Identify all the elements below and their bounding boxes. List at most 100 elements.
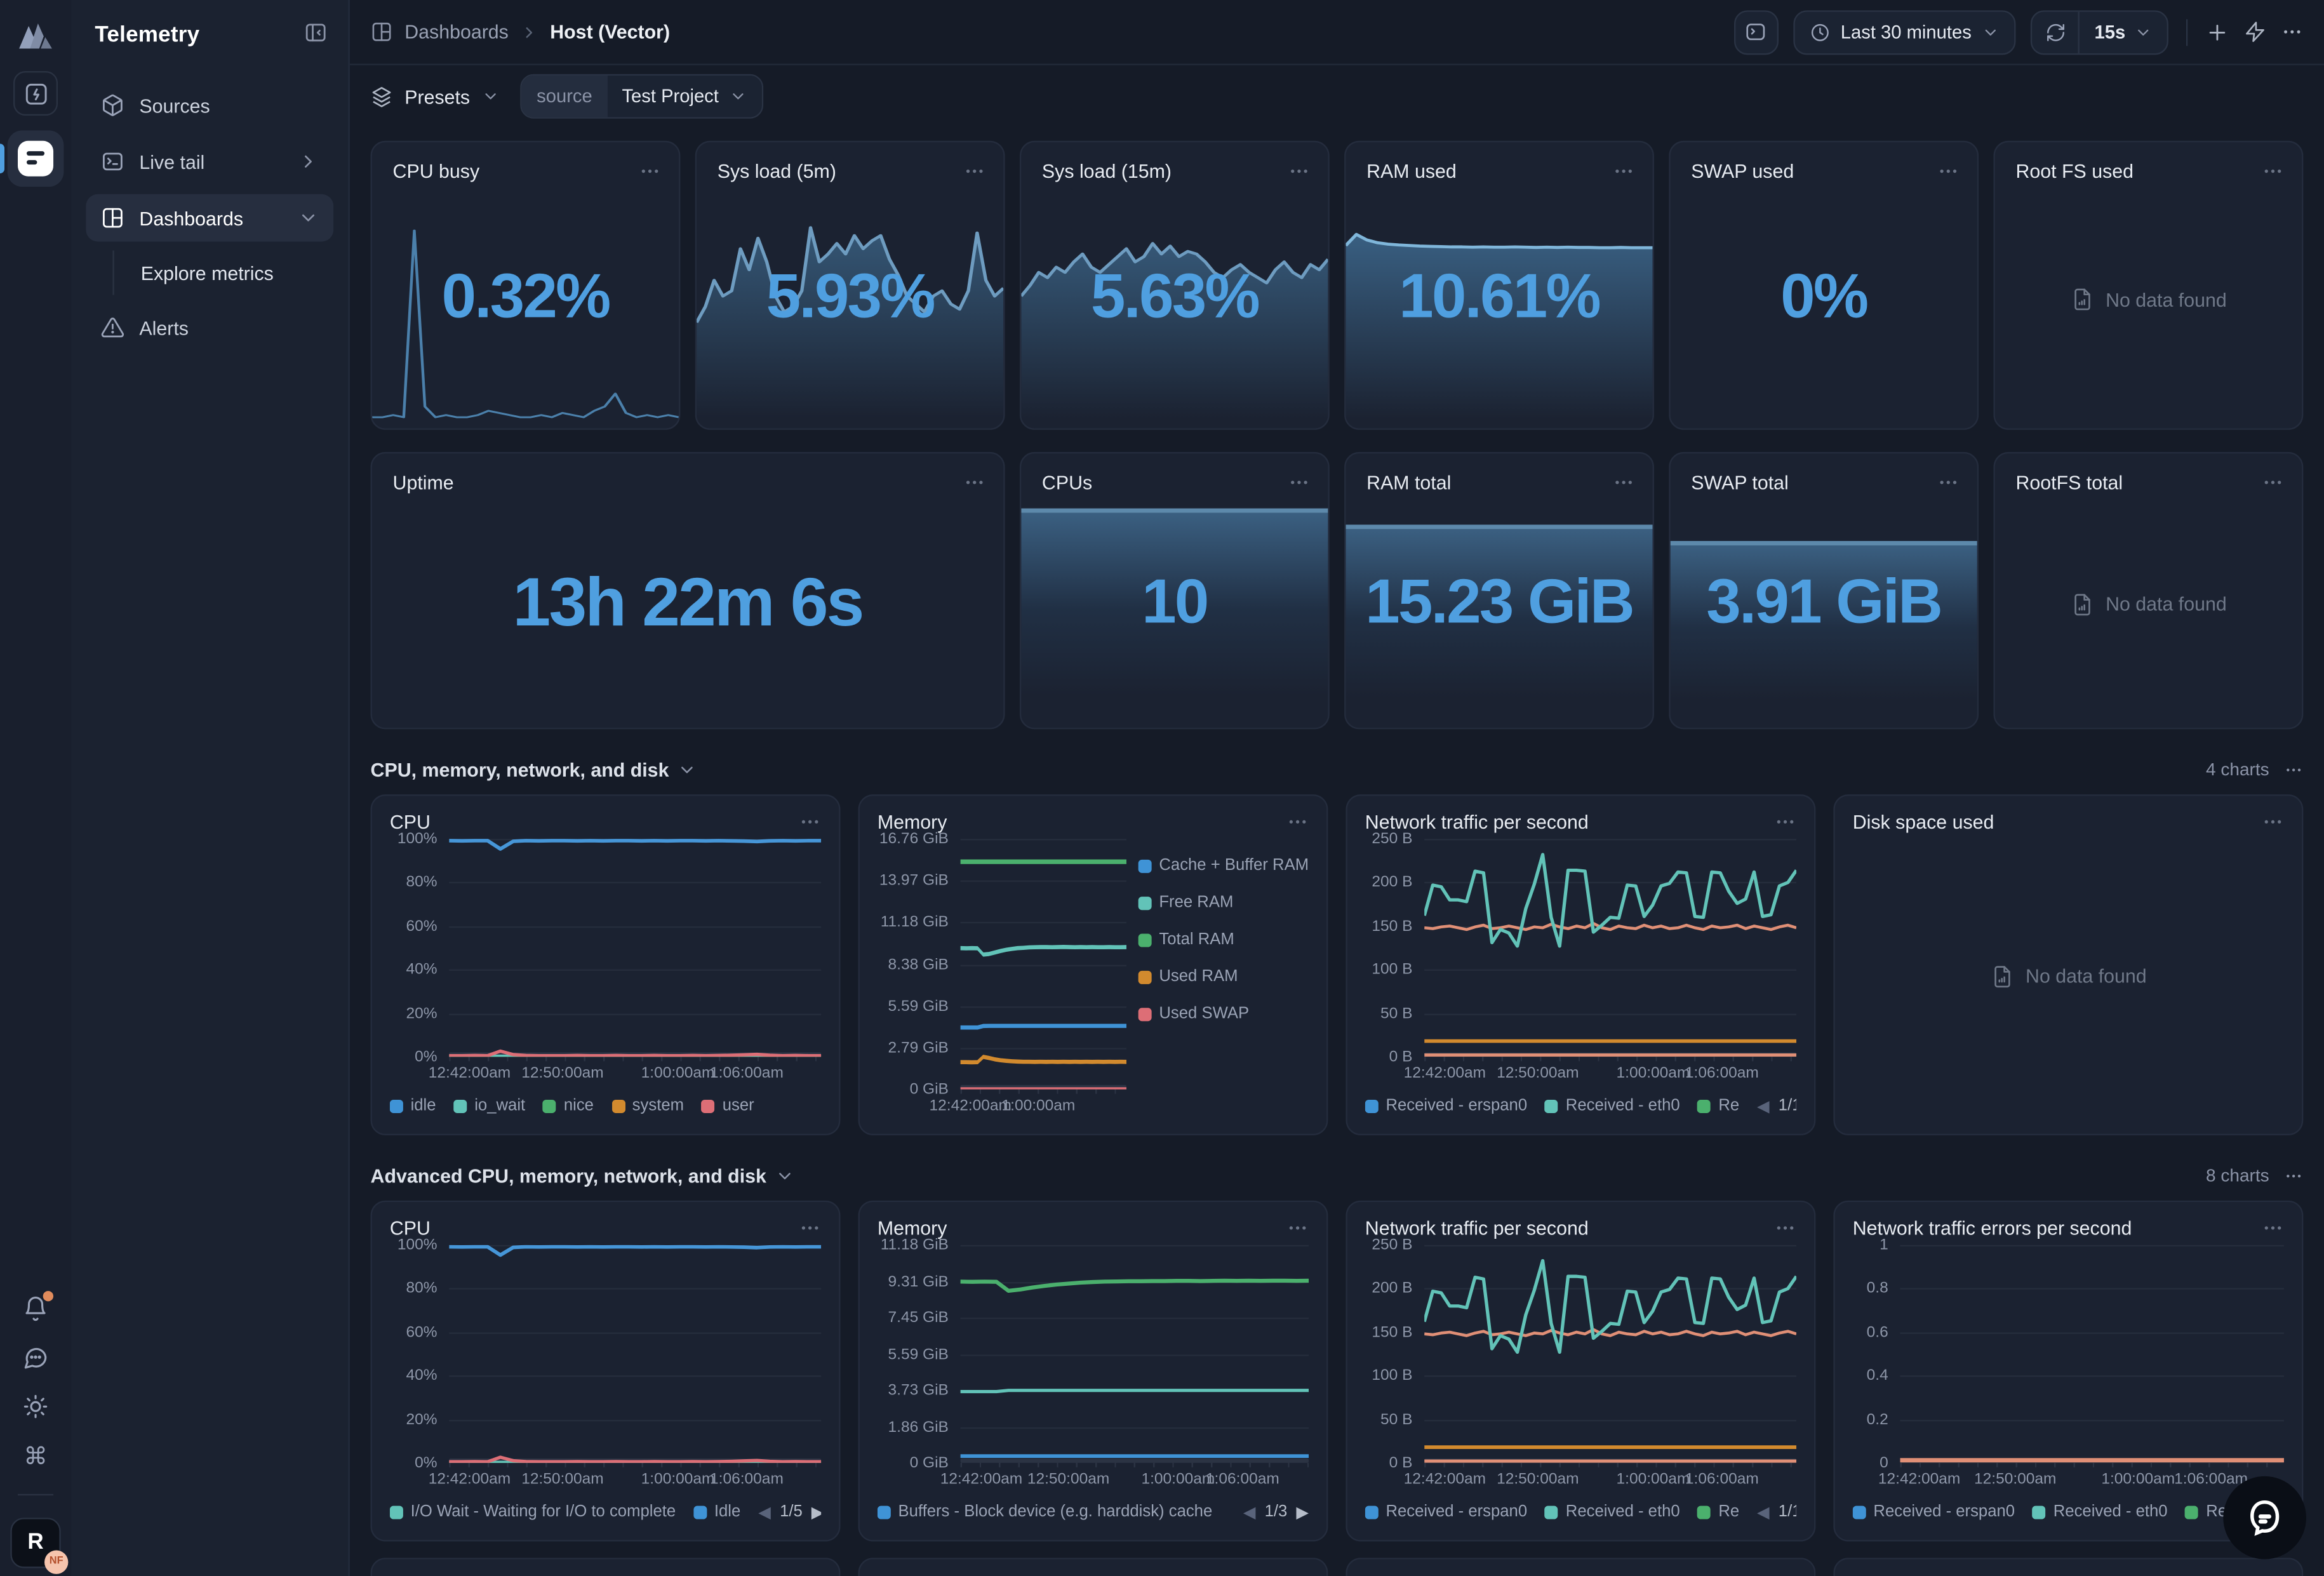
legend-item[interactable]: Received - erspan0 (1853, 1503, 2015, 1521)
page-prev-icon[interactable]: ◀ (1243, 1502, 1256, 1521)
plot-area (961, 839, 1126, 1089)
stat-card-title: SWAP total (1691, 471, 1788, 493)
source-filter-value-text: Test Project (622, 86, 718, 107)
quickstart-icon[interactable] (13, 71, 58, 116)
legend-swatch (2033, 1505, 2046, 1518)
card-menu-icon[interactable] (1288, 160, 1310, 182)
support-chat-button[interactable] (2223, 1476, 2306, 1559)
legend-item[interactable]: Buffers - Block device (e.g. harddisk) c… (878, 1503, 1212, 1521)
card-menu-icon[interactable] (1937, 471, 1960, 493)
page-indicator: 1/11 (1779, 1097, 1796, 1114)
legend-item[interactable]: Received - erspan0 (1365, 1097, 1527, 1114)
theme-sun-icon[interactable] (22, 1392, 49, 1419)
sidebar-item-sources[interactable]: Sources (86, 81, 333, 129)
legend-item[interactable]: Free RAM (1139, 894, 1309, 912)
legend-item[interactable]: Used RAM (1139, 968, 1309, 985)
section-menu-icon[interactable] (2284, 759, 2303, 778)
chart-card-header: CPU (390, 811, 821, 833)
page-prev-icon[interactable]: ◀ (1757, 1096, 1770, 1115)
legend-label: Buffers - Block device (e.g. harddisk) c… (898, 1503, 1213, 1521)
legend-item[interactable]: I/O Wait - Waiting for I/O to complete (390, 1503, 676, 1521)
legend-item[interactable]: Cache + Buffer RAM (1139, 857, 1309, 874)
legend-item[interactable]: Received - erspan0 (1365, 1503, 1527, 1521)
card-menu-icon[interactable] (799, 811, 821, 833)
card-menu-icon[interactable] (799, 1217, 821, 1239)
x-axis-ticks (1424, 1463, 1796, 1467)
card-menu-icon[interactable] (1774, 1217, 1796, 1239)
legend-item[interactable]: user (702, 1097, 754, 1114)
legend-item[interactable]: Used SWAP (1139, 1005, 1309, 1023)
sidebar-item-dashboards[interactable]: Dashboards (86, 194, 333, 242)
legend-label: I/O Wait - Waiting for I/O to complete (411, 1503, 676, 1521)
presets-dropdown[interactable]: Presets (371, 85, 500, 107)
company-logo-icon[interactable] (15, 15, 56, 56)
card-menu-icon[interactable] (1286, 811, 1309, 833)
card-menu-icon[interactable] (2262, 471, 2284, 493)
legend-item[interactable]: Idle (693, 1503, 740, 1521)
chart-card-cpu: CPU100%80%60%40%20%0%12:42:00am12:50:00a… (371, 1201, 841, 1542)
card-menu-icon[interactable] (2262, 1217, 2284, 1239)
sidebar-item-live-tail[interactable]: Live tail (86, 138, 333, 185)
add-panel-icon[interactable] (2205, 20, 2229, 44)
y-tick-label: 80% (406, 1279, 437, 1297)
legend-label: Used SWAP (1159, 1005, 1249, 1023)
card-menu-icon[interactable] (2262, 160, 2284, 182)
card-menu-icon[interactable] (963, 160, 985, 182)
card-menu-icon[interactable] (1288, 471, 1310, 493)
legend-item[interactable]: Re (2186, 1503, 2227, 1521)
workspace-initial: R (27, 1530, 43, 1555)
breadcrumb-dashboards-link[interactable]: Dashboards (404, 21, 509, 43)
lightning-icon[interactable] (2244, 21, 2266, 43)
live-tail-button[interactable] (1734, 10, 1779, 54)
chevron-down-icon[interactable] (678, 759, 697, 778)
page-next-icon[interactable]: ▶ (811, 1502, 821, 1521)
legend-item[interactable]: Received - eth0 (1545, 1097, 1680, 1114)
workspace-avatar[interactable]: R NF (10, 1517, 60, 1567)
card-menu-icon[interactable] (1613, 471, 1635, 493)
legend-item[interactable]: Received - eth0 (1545, 1503, 1680, 1521)
card-menu-icon[interactable] (963, 471, 985, 493)
plot-area (1424, 1245, 1796, 1463)
feedback-chat-icon[interactable] (22, 1344, 49, 1370)
section-chart-count: 4 charts (2206, 759, 2269, 780)
source-filter-value[interactable]: Test Project (607, 76, 761, 117)
card-menu-icon[interactable] (639, 160, 661, 182)
dashboards-submenu: Explore metrics (112, 250, 333, 295)
chevron-down-icon[interactable] (775, 1166, 794, 1185)
clock-icon (1810, 22, 1831, 43)
refresh-icon[interactable] (2032, 11, 2080, 53)
stat-card-title: Sys load (15m) (1042, 160, 1172, 182)
refresh-interval-select[interactable]: 15s (2080, 22, 2167, 43)
stat-value: 13h 22m 6s (372, 561, 1003, 641)
card-menu-icon[interactable] (1286, 1217, 1309, 1239)
page-prev-icon[interactable]: ◀ (758, 1502, 771, 1521)
card-menu-icon[interactable] (2262, 811, 2284, 833)
card-menu-icon[interactable] (1937, 160, 1960, 182)
y-tick-label: 0.4 (1867, 1367, 1888, 1385)
legend-item[interactable]: system (611, 1097, 684, 1114)
chevron-down-icon (482, 88, 500, 105)
notifications-bell-icon[interactable] (22, 1295, 49, 1321)
legend-item[interactable]: io_wait (454, 1097, 526, 1114)
card-menu-icon[interactable] (1774, 811, 1796, 833)
legend-item[interactable]: idle (390, 1097, 436, 1114)
time-range-picker[interactable]: Last 30 minutes (1793, 10, 2016, 54)
command-menu-icon[interactable]: ⌘ (23, 1441, 47, 1471)
page-next-icon[interactable]: ▶ (1296, 1502, 1309, 1521)
sidebar-collapse-icon[interactable] (304, 21, 328, 49)
sidebar-item-explore-metrics[interactable]: Explore metrics (141, 250, 333, 295)
legend-item[interactable]: nice (543, 1097, 594, 1114)
source-filter[interactable]: source Test Project (520, 74, 763, 119)
legend-item[interactable]: Re (1698, 1097, 1739, 1114)
legend-item[interactable]: Total RAM (1139, 931, 1309, 949)
telemetry-nav-icon[interactable] (8, 130, 64, 187)
more-options-icon[interactable] (2281, 21, 2303, 43)
card-menu-icon[interactable] (1613, 160, 1635, 182)
stat-card-title: SWAP used (1691, 160, 1794, 182)
chevron-down-icon (298, 208, 319, 229)
legend-item[interactable]: Received - eth0 (2033, 1503, 2168, 1521)
section-menu-icon[interactable] (2284, 1166, 2303, 1185)
page-prev-icon[interactable]: ◀ (1757, 1502, 1770, 1521)
legend-item[interactable]: Re (1698, 1503, 1739, 1521)
sidebar-item-alerts[interactable]: Alerts (86, 304, 333, 352)
